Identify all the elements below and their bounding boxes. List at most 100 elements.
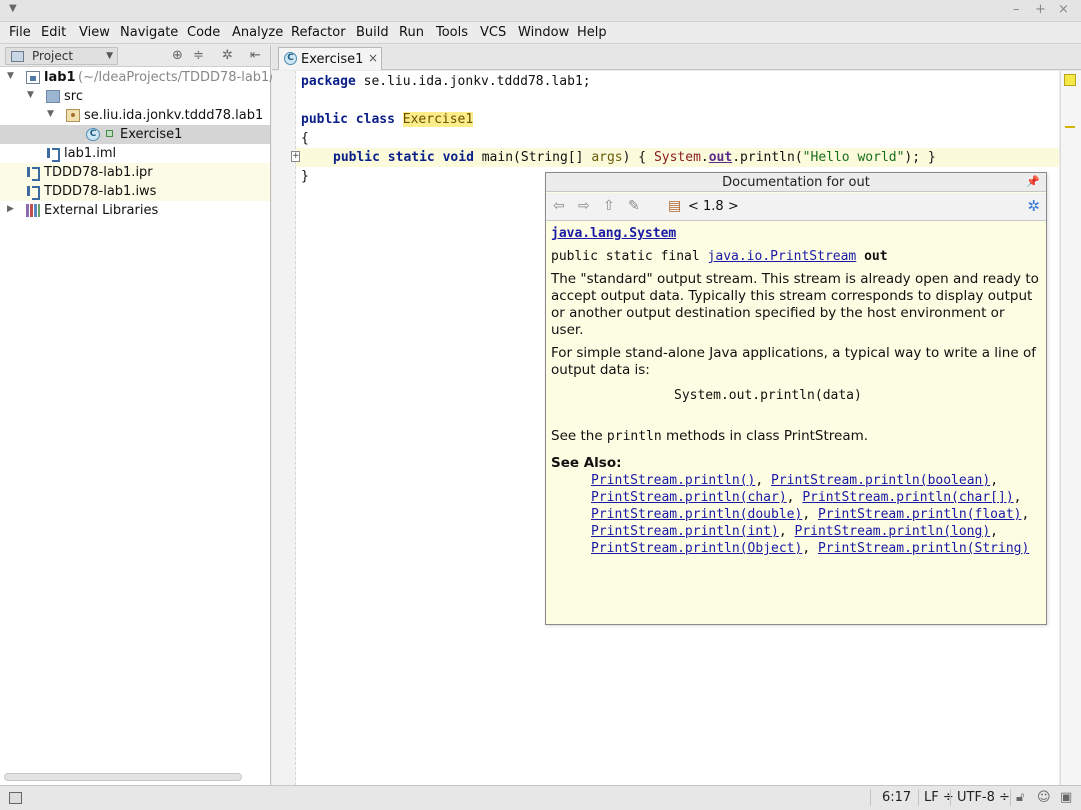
forward-arrow-icon[interactable]: ⇨ [578, 198, 590, 214]
status-separator [1010, 789, 1011, 806]
locate-icon[interactable]: ⊕ [172, 48, 183, 63]
code-line-3: { [301, 131, 309, 146]
title-bar: ▼ – + × [0, 0, 1081, 22]
menu-tools[interactable]: Tools [436, 25, 468, 40]
inspector-icon[interactable]: ☺ [1037, 790, 1051, 805]
doc-paragraph-2: For simple stand-alone Java applications… [551, 345, 1036, 378]
fold-expand-icon[interactable]: + [291, 151, 300, 162]
doc-paragraph-1: The "standard" output stream. This strea… [551, 271, 1039, 338]
project-panel: Project ▼ ⊕ ≑ ✲ ⇤ ▼ lab1 (~/IdeaProjects… [0, 45, 285, 785]
read-only-lock-icon[interactable]: 🔓︎ [1016, 790, 1024, 805]
editor-gutter [272, 71, 296, 785]
error-stripe [1060, 71, 1081, 785]
encoding-selector[interactable]: UTF-8 ÷ [957, 790, 1010, 805]
see-also-link[interactable]: PrintStream.println(long) [795, 524, 991, 539]
expand-arrow-icon[interactable]: ▼ [47, 109, 54, 119]
status-bar: 6:17 LF ÷ UTF-8 ÷ 🔓︎ ☺ ▣ [0, 785, 1081, 810]
collapse-all-icon[interactable]: ≑ [193, 48, 204, 63]
see-also-link[interactable]: PrintStream.println(Object) [591, 541, 802, 556]
tab-exercise1[interactable]: C Exercise1 × [278, 47, 382, 70]
menu-help[interactable]: Help [577, 25, 607, 40]
doc-class-link[interactable]: java.lang.System [551, 226, 676, 241]
event-log-icon[interactable]: ▣ [1060, 790, 1072, 805]
tree-item-ipr[interactable]: TDDD78-lab1.ipr [0, 163, 270, 182]
menu-refactor[interactable]: Refactor [291, 25, 346, 40]
tree-item-external-libraries[interactable]: ▶ External Libraries [0, 201, 270, 220]
tree-label-root-path: (~/IdeaProjects/TDDD78-lab1/la [78, 70, 286, 85]
tree-item-lab1[interactable]: ▼ lab1 (~/IdeaProjects/TDDD78-lab1/la [0, 68, 285, 87]
gear-icon[interactable]: ✲ [222, 48, 233, 63]
lock-icon [106, 130, 113, 137]
doc-signature: public static final java.io.PrintStream … [551, 249, 888, 264]
warning-marker[interactable] [1065, 126, 1075, 128]
chevron-down-icon: ▼ [106, 51, 113, 61]
see-also-link[interactable]: PrintStream.println(char[]) [802, 490, 1013, 505]
documentation-popup: Documentation for out 📌 ⇦ ⇨ ⇧ ✎ ▤ < 1.8 … [545, 172, 1047, 625]
menu-window[interactable]: Window [518, 25, 569, 40]
tree-label-external-libraries: External Libraries [44, 203, 159, 218]
class-icon: C [284, 52, 297, 65]
edit-source-icon[interactable]: ✎ [628, 198, 640, 214]
doc-body: java.lang.System public static final jav… [551, 225, 1041, 557]
maximize-button[interactable]: + [1035, 2, 1046, 17]
project-view-label: Project [32, 49, 74, 63]
external-doc-icon[interactable]: ▤ [668, 198, 681, 214]
collapse-arrow-icon[interactable]: ▶ [7, 204, 14, 214]
see-also-link[interactable]: PrintStream.println() [591, 473, 755, 488]
source-folder-icon [46, 90, 60, 103]
doc-toolbar: ⇦ ⇨ ⇧ ✎ ▤ < 1.8 > ✲ [546, 193, 1046, 221]
see-also-link[interactable]: PrintStream.println(char) [591, 490, 787, 505]
doc-version[interactable]: < 1.8 > [688, 199, 739, 214]
expand-arrow-icon[interactable]: ▼ [7, 71, 14, 81]
up-arrow-icon[interactable]: ⇧ [603, 198, 615, 214]
doc-header: Documentation for out 📌 [546, 173, 1046, 192]
tree-label-root: lab1 [44, 70, 76, 85]
menu-navigate[interactable]: Navigate [120, 25, 178, 40]
pin-icon[interactable]: 📌 [1026, 175, 1040, 188]
menu-analyze[interactable]: Analyze [232, 25, 283, 40]
menu-run[interactable]: Run [399, 25, 424, 40]
close-icon[interactable]: × [368, 51, 378, 65]
project-view-combo[interactable]: Project ▼ [5, 47, 118, 65]
see-also-link[interactable]: PrintStream.println(int) [591, 524, 779, 539]
menu-code[interactable]: Code [187, 25, 220, 40]
tree-label-iml: lab1.iml [64, 146, 117, 161]
status-separator [950, 789, 951, 806]
menu-vcs[interactable]: VCS [480, 25, 506, 40]
window-menu-icon[interactable]: ▼ [9, 3, 17, 14]
back-arrow-icon[interactable]: ⇦ [553, 198, 565, 214]
doc-type-link[interactable]: java.io.PrintStream [708, 249, 857, 264]
doc-code-example: System.out.println(data) [674, 388, 862, 403]
tab-label: Exercise1 [301, 52, 364, 67]
tree-label-src: src [64, 89, 83, 104]
close-window-button[interactable]: × [1058, 2, 1069, 17]
iws-file-icon [26, 185, 40, 200]
hide-panel-icon[interactable]: ⇤ [250, 48, 261, 63]
menu-edit[interactable]: Edit [41, 25, 66, 40]
tree-item-iml[interactable]: lab1.iml [0, 144, 270, 163]
warning-status-icon[interactable] [1064, 74, 1076, 86]
see-also-link[interactable]: PrintStream.println(String) [818, 541, 1029, 556]
see-also-link[interactable]: PrintStream.println(boolean) [771, 473, 990, 488]
status-separator [870, 789, 871, 806]
tree-item-iws[interactable]: TDDD78-lab1.iws [0, 182, 270, 201]
caret-position[interactable]: 6:17 [882, 790, 911, 805]
tree-label-exercise1: Exercise1 [120, 127, 183, 142]
iml-file-icon [46, 147, 60, 162]
expand-arrow-icon[interactable]: ▼ [27, 90, 34, 100]
see-also-link[interactable]: PrintStream.println(float) [818, 507, 1022, 522]
menu-view[interactable]: View [79, 25, 110, 40]
horizontal-scrollbar[interactable] [4, 773, 242, 781]
tree-item-src[interactable]: ▼ src [0, 87, 270, 106]
tree-item-exercise1[interactable]: C Exercise1 [0, 125, 270, 144]
menu-build[interactable]: Build [356, 25, 389, 40]
minimize-button[interactable]: – [1013, 2, 1020, 17]
see-also-link[interactable]: PrintStream.println(double) [591, 507, 802, 522]
tree-item-package[interactable]: ▼ se.liu.ida.jonkv.tddd78.lab1 [0, 106, 270, 125]
menu-bar: File Edit View Navigate Code Analyze Ref… [0, 22, 1081, 44]
tool-windows-icon[interactable] [9, 792, 22, 804]
ipr-file-icon [26, 166, 40, 181]
menu-file[interactable]: File [9, 25, 31, 40]
module-icon [26, 71, 40, 84]
settings-gear-icon[interactable]: ✲ [1027, 197, 1040, 215]
